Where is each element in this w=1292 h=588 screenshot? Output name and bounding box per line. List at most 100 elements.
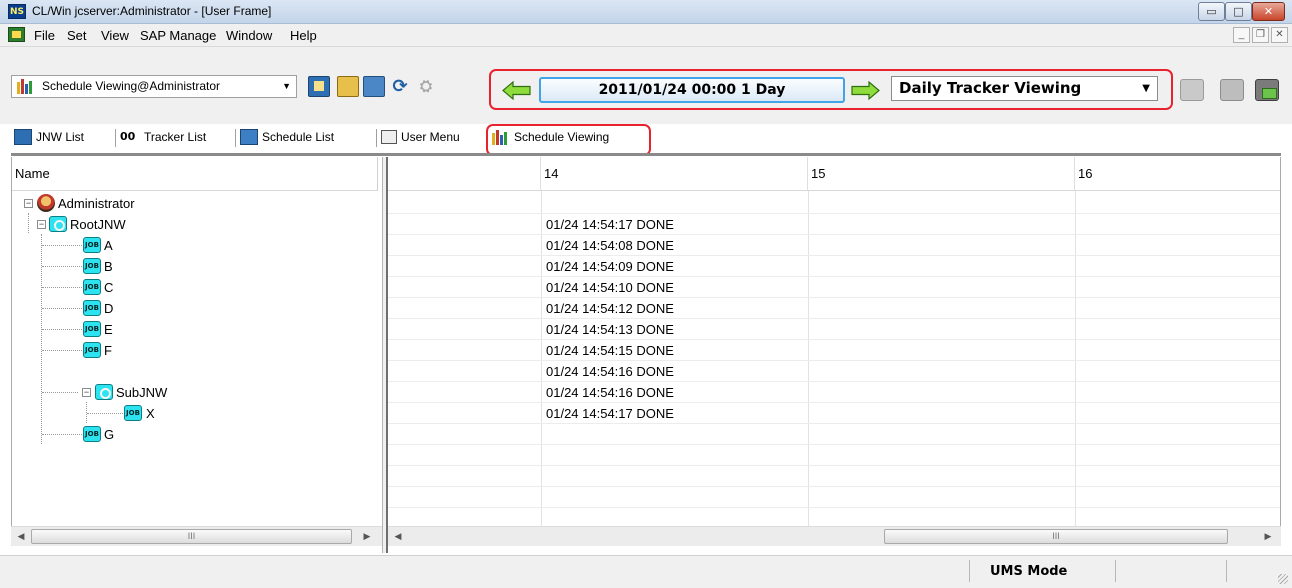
- menu-sap-manage[interactable]: SAP Manage: [140, 28, 216, 43]
- tree-node-label: D: [104, 301, 114, 316]
- status-mode: UMS Mode: [990, 564, 1068, 579]
- grid-line: [388, 318, 1280, 319]
- tree-node-label: Administrator: [58, 196, 135, 211]
- scroll-right-arrow-icon[interactable]: ▶: [1260, 529, 1276, 544]
- tree-node-job-a[interactable]: JOB A: [12, 235, 378, 256]
- tree-node-job-e[interactable]: JOB E: [12, 319, 378, 340]
- tree-node-job-b[interactable]: JOB B: [12, 256, 378, 277]
- tree-node-label: G: [104, 427, 115, 442]
- resize-grip-icon[interactable]: [1278, 574, 1288, 584]
- viewing-mode-select[interactable]: Daily Tracker Viewing ▼: [891, 76, 1158, 101]
- refresh-icon[interactable]: ⟳: [390, 76, 410, 97]
- job-network-icon[interactable]: [1255, 79, 1279, 101]
- status-divider: [1115, 560, 1116, 582]
- tree-node-label: F: [104, 343, 112, 358]
- schedule-status[interactable]: 01/24 14:54:12 DONE: [542, 298, 674, 319]
- schedule-status[interactable]: 01/24 14:54:15 DONE: [542, 340, 674, 361]
- maximize-button[interactable]: □: [1225, 2, 1252, 21]
- tree-node-job-x[interactable]: JOB X: [12, 403, 378, 424]
- menu-file[interactable]: File: [34, 28, 55, 43]
- tab-label: Schedule List: [262, 130, 335, 144]
- timeline-header-blank: [388, 157, 541, 191]
- menu-window[interactable]: Window: [226, 28, 272, 43]
- schedule-status[interactable]: 01/24 14:54:16 DONE: [542, 361, 674, 382]
- scroll-left-arrow-icon[interactable]: ◀: [13, 529, 29, 544]
- tracker-disabled-icon[interactable]: [1180, 79, 1204, 101]
- tree-node-label: SubJNW: [116, 385, 168, 400]
- tab-jnw-list[interactable]: JNW List: [14, 124, 84, 152]
- tree-node-job-d[interactable]: JOB D: [12, 298, 378, 319]
- schedule-viewing-icon: [17, 79, 35, 94]
- job-network-icon: [95, 384, 113, 400]
- tree-node-label: C: [104, 280, 114, 295]
- tree-line: [42, 245, 82, 246]
- frame-icon[interactable]: [308, 76, 330, 97]
- job-icon: JOB: [124, 405, 142, 421]
- tab-schedule-list[interactable]: Schedule List: [240, 124, 334, 152]
- name-column-header[interactable]: Name: [12, 157, 378, 191]
- grid-line: [388, 402, 1280, 403]
- tree-node-label: A: [104, 238, 113, 253]
- minimize-button[interactable]: ▭: [1198, 2, 1225, 21]
- mdi-restore-button[interactable]: ❐: [1252, 27, 1269, 43]
- grid-line: [388, 381, 1280, 382]
- job-disabled-icon[interactable]: [1220, 79, 1244, 101]
- tracker-list-icon: 00: [120, 129, 136, 143]
- hour-header-14[interactable]: 14: [541, 157, 808, 191]
- scrollbar-thumb[interactable]: III: [31, 529, 352, 544]
- tree-node-rootjnw[interactable]: − RootJNW: [12, 214, 378, 235]
- scroll-left-arrow-icon[interactable]: ◀: [390, 529, 406, 544]
- collapse-icon[interactable]: −: [37, 220, 46, 229]
- tab-label: User Menu: [401, 130, 460, 144]
- jnw-list-icon: [14, 128, 32, 145]
- left-horizontal-scrollbar[interactable]: ◀ III ▶: [11, 526, 382, 546]
- schedule-status[interactable]: 01/24 14:54:17 DONE: [542, 214, 674, 235]
- toolbar: Schedule Viewing@Administrator ▼ ⟳ ⛭ 201…: [0, 46, 1292, 124]
- grid-line: [388, 255, 1280, 256]
- close-button[interactable]: ✕: [1252, 2, 1285, 21]
- tree-node-administrator[interactable]: − Administrator: [12, 193, 378, 214]
- grid-line: [388, 339, 1280, 340]
- collapse-icon[interactable]: −: [24, 199, 33, 208]
- user-icon: [37, 194, 55, 212]
- tab-divider: [376, 129, 377, 147]
- date-range-button[interactable]: 2011/01/24 00:00 1 Day: [539, 77, 845, 103]
- schedule-status[interactable]: 01/24 14:54:09 DONE: [542, 256, 674, 277]
- find-icon[interactable]: ⛭: [416, 76, 436, 97]
- tree-node-job-g[interactable]: JOB G: [12, 424, 378, 445]
- scroll-right-arrow-icon[interactable]: ▶: [359, 529, 375, 544]
- tab-user-menu[interactable]: User Menu: [381, 124, 460, 152]
- document-icon[interactable]: [8, 27, 25, 42]
- previous-arrow-icon[interactable]: [502, 81, 531, 100]
- next-arrow-icon[interactable]: [851, 81, 880, 100]
- tree-node-label: X: [146, 406, 155, 421]
- save-frame-icon[interactable]: [363, 76, 385, 97]
- menu-view[interactable]: View: [101, 28, 129, 43]
- tree-node-job-f[interactable]: JOB F: [12, 340, 378, 361]
- schedule-status[interactable]: 01/24 14:54:08 DONE: [542, 235, 674, 256]
- schedule-status[interactable]: 01/24 14:54:17 DONE: [542, 403, 674, 424]
- schedule-status[interactable]: 01/24 14:54:13 DONE: [542, 319, 674, 340]
- tab-tracker-list[interactable]: 00 Tracker List: [120, 124, 206, 152]
- hour-header-16[interactable]: 16: [1075, 157, 1280, 191]
- schedule-status[interactable]: 01/24 14:54:16 DONE: [542, 382, 674, 403]
- tree-line: [42, 350, 82, 351]
- tree-node-subjnw[interactable]: − SubJNW: [12, 382, 378, 403]
- tree-node-job-c[interactable]: JOB C: [12, 277, 378, 298]
- right-horizontal-scrollbar[interactable]: ◀ III ▶: [388, 526, 1281, 546]
- menu-help[interactable]: Help: [290, 28, 317, 43]
- collapse-icon[interactable]: −: [82, 388, 91, 397]
- grid-line: [388, 444, 1280, 445]
- schedule-status[interactable]: 01/24 14:54:10 DONE: [542, 277, 674, 298]
- app-icon: NS: [8, 4, 26, 19]
- scrollbar-thumb[interactable]: III: [884, 529, 1228, 544]
- grid-line: [388, 234, 1280, 235]
- wizard-icon[interactable]: [337, 76, 359, 97]
- viewing-mode-value: Daily Tracker Viewing: [899, 79, 1082, 97]
- view-select[interactable]: Schedule Viewing@Administrator ▼: [11, 75, 297, 98]
- mdi-close-button[interactable]: ✕: [1271, 27, 1288, 43]
- hour-header-15[interactable]: 15: [808, 157, 1075, 191]
- mdi-minimize-button[interactable]: _: [1233, 27, 1250, 43]
- chevron-down-icon: ▼: [1142, 83, 1150, 94]
- menu-set[interactable]: Set: [67, 28, 87, 43]
